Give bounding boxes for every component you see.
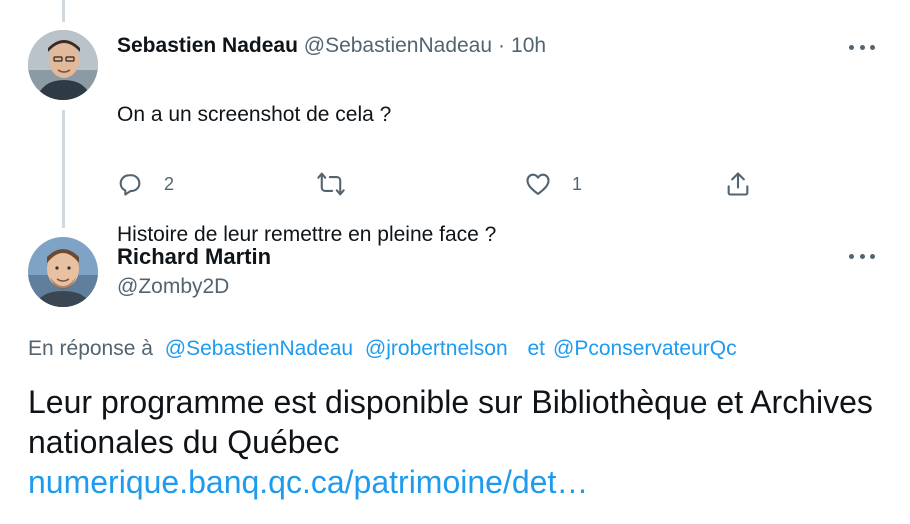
avatar-richard-martin[interactable] — [28, 237, 98, 307]
tweet-thread: Sebastien Nadeau @SebastienNadeau · 10h On… — [0, 0, 910, 524]
main-author-name[interactable]: Richard Martin — [117, 244, 271, 270]
thread-line — [62, 0, 65, 22]
mention-pconservateurqc[interactable]: @PconservateurQc — [553, 337, 737, 360]
like-count: 1 — [572, 173, 583, 194]
share-button[interactable] — [724, 170, 752, 198]
like-button[interactable]: 1 — [524, 170, 582, 198]
main-tweet-text: Leur programme est disponible sur Biblio… — [28, 382, 888, 502]
main-author-handle[interactable]: @Zomby2D — [117, 275, 229, 299]
thread-line — [62, 110, 65, 228]
retweet-button[interactable] — [316, 170, 346, 198]
main-tweet-link[interactable]: numerique.banq.qc.ca/patrimoine/det… — [28, 462, 888, 502]
reply-timestamp[interactable]: 10h — [511, 34, 546, 57]
reply-action-bar: 2 1 — [116, 170, 766, 204]
mention-sebastiennadeau[interactable]: @SebastienNadeau — [165, 337, 353, 360]
mention-jrobertnelson[interactable]: @jrobertnelson — [365, 337, 508, 360]
like-icon — [524, 170, 552, 198]
header-separator: · — [498, 34, 506, 57]
reply-text-line-1: On a un screenshot de cela ? — [117, 103, 392, 126]
reply-more-icon[interactable] — [849, 42, 875, 52]
reply-to-prefix: En réponse à — [28, 337, 153, 360]
share-icon — [724, 170, 752, 198]
reply-button[interactable]: 2 — [116, 170, 174, 198]
reply-author-handle[interactable]: @SebastienNadeau — [304, 34, 492, 57]
avatar-sebastien-nadeau[interactable] — [28, 30, 98, 100]
mention-conjunction: et — [527, 337, 546, 360]
main-more-icon[interactable] — [849, 251, 875, 261]
reply-author-name[interactable]: Sebastien Nadeau — [117, 34, 298, 57]
reply-tweet-header: Sebastien Nadeau @SebastienNadeau · 10h — [117, 34, 546, 58]
reply-icon — [116, 170, 144, 198]
reply-count: 2 — [164, 173, 175, 194]
retweet-icon — [316, 170, 346, 198]
reply-to-line: En réponse à @SebastienNadeau @jrobertne… — [28, 337, 737, 361]
main-tweet-body: Leur programme est disponible sur Biblio… — [28, 384, 873, 460]
